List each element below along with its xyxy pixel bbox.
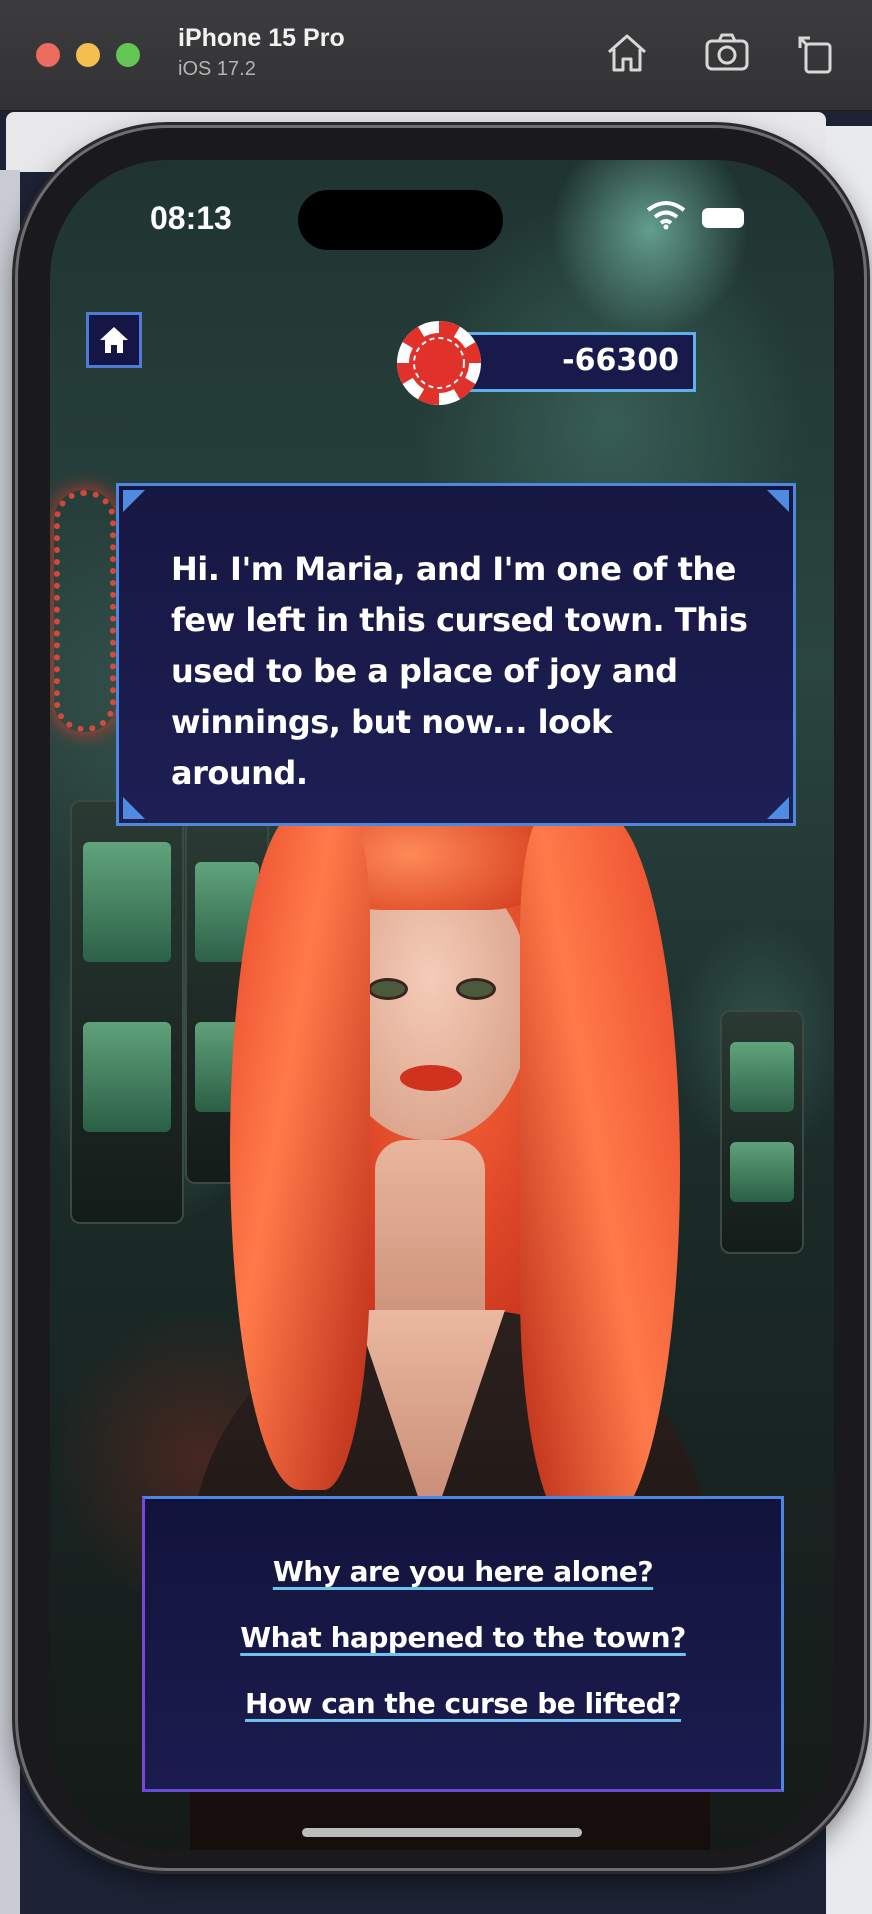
dialogue-text: Hi. I'm Maria, and I'm one of the few le… [171,550,748,792]
choice-lift-curse[interactable]: How can the curse be lifted? [145,1687,781,1720]
dialogue-choices-panel: Why are you here alone? What happened to… [142,1496,784,1792]
neon-sign [54,490,116,732]
home-button[interactable] [86,312,142,368]
screenshot-icon[interactable] [704,30,750,76]
dynamic-island [298,190,503,250]
chip-balance: -66300 [562,343,679,378]
device-os-version: iOS 17.2 [178,58,256,80]
zoom-window-button[interactable] [116,43,140,67]
simulator-titlebar: iPhone 15 Pro iOS 17.2 [0,0,872,111]
choice-why-alone[interactable]: Why are you here alone? [145,1555,781,1588]
status-time: 08:13 [150,200,232,236]
app-screen: 08:13 -66300 Hi. I'm Maria, and I'm one … [50,160,834,1850]
close-window-button[interactable] [36,43,60,67]
battery-icon [702,208,744,228]
casino-chip-icon [396,320,482,406]
home-indicator[interactable] [302,1828,582,1837]
dialogue-box: Hi. I'm Maria, and I'm one of the few le… [116,483,796,826]
rotate-icon[interactable] [794,30,840,76]
home-icon [100,327,128,353]
device-name: iPhone 15 Pro [178,24,345,52]
home-icon[interactable] [604,30,650,76]
choice-what-happened[interactable]: What happened to the town? [145,1621,781,1654]
minimize-window-button[interactable] [76,43,100,67]
background-window-left [0,170,20,1914]
slot-machine [70,800,184,1224]
slot-machine [720,1010,804,1254]
wifi-icon [646,201,686,230]
